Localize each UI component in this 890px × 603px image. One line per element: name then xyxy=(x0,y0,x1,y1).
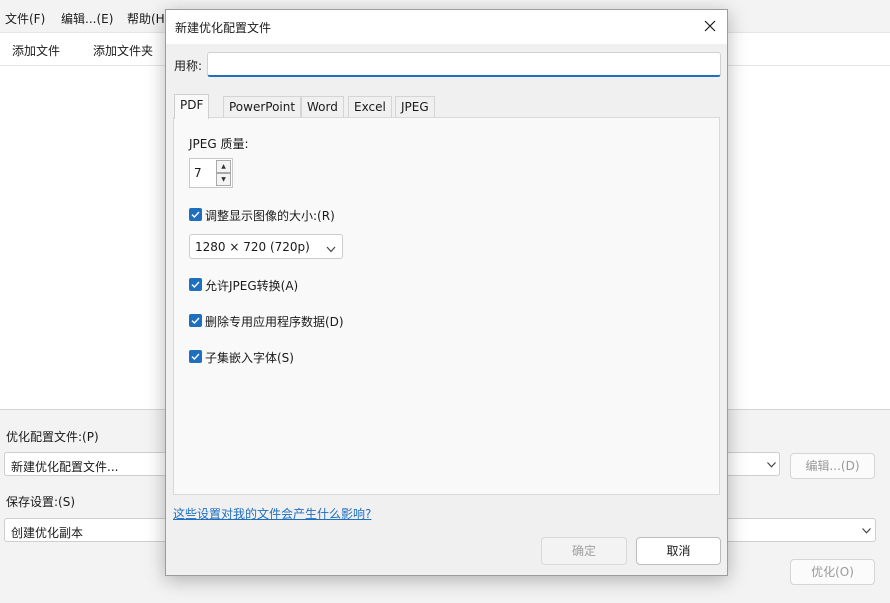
ok-button[interactable]: 确定 xyxy=(541,537,627,565)
chevron-down-icon xyxy=(767,458,776,471)
checkmark-icon xyxy=(189,278,202,291)
close-icon xyxy=(704,20,716,32)
pdf-tab-panel: JPEG 质量: 7 ▲ ▼ 调整显示图像的大小:(R) 1280 × 720 … xyxy=(173,117,720,495)
allow-jpeg-conversion-label: 允许JPEG转换(A) xyxy=(205,279,299,293)
tab-powerpoint[interactable]: PowerPoint xyxy=(223,96,302,118)
tab-pdf[interactable]: PDF xyxy=(174,94,210,119)
jpeg-quality-stepper[interactable]: 7 ▲ ▼ xyxy=(189,158,233,188)
menu-file[interactable]: 文件(F) xyxy=(5,10,45,27)
spin-up-icon[interactable]: ▲ xyxy=(216,160,231,173)
close-button[interactable] xyxy=(693,10,727,44)
dialog-titlebar: 新建优化配置文件 xyxy=(166,10,727,44)
dialog-title: 新建优化配置文件 xyxy=(175,21,272,35)
resolution-value: 1280 × 720 (720p) xyxy=(195,240,310,254)
save-settings-value: 创建优化副本 xyxy=(11,526,84,540)
remove-app-data-label: 删除专用应用程序数据(D) xyxy=(205,315,344,329)
profile-label: 优化配置文件:(P) xyxy=(6,430,99,444)
save-settings-label: 保存设置:(S) xyxy=(6,495,76,509)
chevron-down-icon xyxy=(326,242,336,256)
resize-images-label: 调整显示图像的大小:(R) xyxy=(205,209,335,223)
checkmark-icon xyxy=(189,350,202,363)
profile-select-value: 新建优化配置文件... xyxy=(11,460,119,474)
cancel-button[interactable]: 取消 xyxy=(636,537,721,565)
jpeg-quality-label: JPEG 质量: xyxy=(189,137,249,151)
add-file-button[interactable]: 添加文件 xyxy=(12,42,60,59)
checkmark-icon xyxy=(189,208,202,221)
tab-jpeg[interactable]: JPEG xyxy=(395,96,435,118)
name-label: 用称: xyxy=(174,59,203,73)
chevron-down-icon xyxy=(862,524,871,537)
settings-help-link[interactable]: 这些设置对我的文件会产生什么影响? xyxy=(173,505,371,522)
checkmark-icon xyxy=(189,314,202,327)
optimize-button[interactable]: 优化(O) xyxy=(790,559,875,585)
jpeg-quality-value: 7 xyxy=(194,166,202,180)
menu-edit[interactable]: 编辑...(E) xyxy=(61,10,113,27)
name-input[interactable] xyxy=(207,52,721,77)
new-profile-dialog: 新建优化配置文件 用称: PDF PowerPoint Word Excel J… xyxy=(165,9,728,576)
resolution-select[interactable]: 1280 × 720 (720p) xyxy=(189,234,343,259)
menu-help[interactable]: 帮助(H) xyxy=(127,10,169,27)
tab-excel[interactable]: Excel xyxy=(348,96,392,118)
subset-fonts-label: 子集嵌入字体(S) xyxy=(205,351,294,365)
tab-word[interactable]: Word xyxy=(301,96,344,118)
edit-profile-button[interactable]: 编辑...(D) xyxy=(790,453,875,479)
add-folder-button[interactable]: 添加文件夹 xyxy=(93,42,153,59)
spin-down-icon[interactable]: ▼ xyxy=(216,173,231,186)
